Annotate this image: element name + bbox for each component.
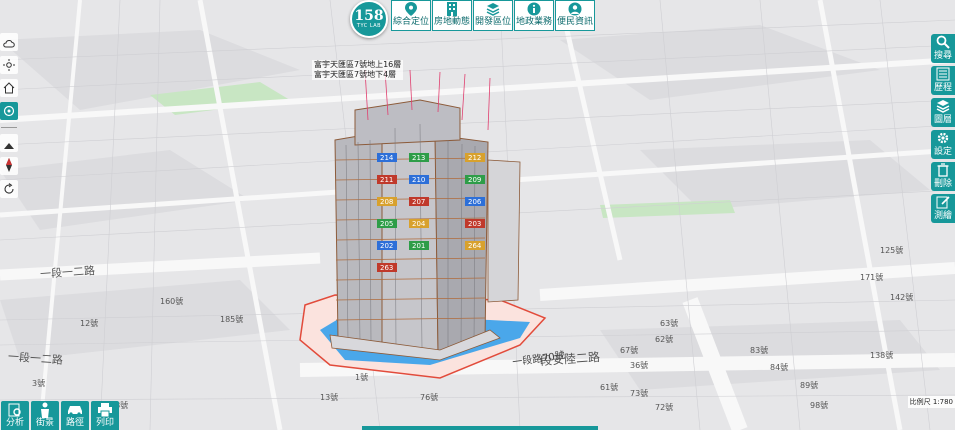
unit-label: 202	[380, 242, 393, 250]
history-icon	[936, 66, 950, 82]
gear-icon	[936, 130, 950, 146]
unit-label: 205	[380, 220, 393, 228]
right-toolbar: 搜尋 歷程 圖層 設定 刪除 測繪	[931, 34, 955, 226]
person-icon	[39, 401, 51, 418]
building-title: 富宇天匯區7號地上16層 富宇天匯區7號地下4層	[312, 60, 404, 80]
route-button[interactable]: 路徑	[61, 401, 89, 430]
lot-label: 138號	[870, 351, 894, 360]
lot-label: 84號	[770, 363, 789, 372]
lot-label: 160號	[160, 297, 184, 306]
compass-button[interactable]	[0, 157, 18, 175]
compass-icon	[5, 157, 13, 176]
cloud-icon	[3, 33, 15, 52]
lot-label: 171號	[860, 273, 884, 282]
unit-label: 206	[468, 198, 482, 206]
lot-label: 125號	[880, 246, 904, 255]
settings-button[interactable]: 設定	[931, 130, 955, 159]
toolbar-button-land-admin[interactable]: 地政業務	[514, 0, 554, 31]
unit-label: 213	[412, 154, 425, 162]
lot-label: 13號	[320, 393, 339, 402]
lot-label: 3號	[32, 379, 46, 388]
unit-label: 209	[468, 176, 481, 184]
sun-icon	[3, 56, 15, 75]
layers-icon	[486, 1, 500, 17]
user-icon	[568, 1, 582, 17]
street-view-button[interactable]: 街景	[31, 401, 59, 430]
lot-label: 12號	[80, 319, 99, 328]
unit-label: 210	[412, 176, 425, 184]
bottom-toolbar: 分析 街景 路徑 列印	[1, 401, 121, 430]
toolbar-button-location[interactable]: 綜合定位	[391, 0, 431, 31]
lot-label: 76號	[420, 393, 439, 402]
pencil-icon	[936, 194, 950, 210]
lot-label: 142號	[890, 293, 914, 302]
lot-label: 89號	[800, 381, 819, 390]
tilt-icon	[4, 134, 14, 153]
building-icon	[446, 1, 458, 17]
map-canvas[interactable]: 214 213 212 211 210 209 208 207 206 205 204 203 202 2…	[0, 0, 955, 430]
printer-icon	[97, 401, 113, 418]
trash-icon	[937, 162, 949, 178]
unit-label: 208	[380, 198, 393, 206]
scale-indicator: 比例尺 1:780	[907, 396, 955, 408]
unit-label: 214	[380, 154, 394, 162]
orbit-button[interactable]	[0, 102, 18, 120]
measure-button[interactable]: 測繪	[931, 194, 955, 223]
unit-label: 204	[412, 220, 426, 228]
unit-label: 207	[412, 198, 425, 206]
info-icon	[527, 1, 541, 17]
unit-label: 263	[380, 264, 393, 272]
home-icon	[3, 79, 15, 98]
lighting-button[interactable]	[0, 56, 18, 74]
layers-button[interactable]: 圖層	[931, 98, 955, 127]
lot-label: 73號	[630, 389, 649, 398]
separator	[1, 127, 17, 128]
unit-label: 203	[468, 220, 481, 228]
history-button[interactable]: 歷程	[931, 66, 955, 95]
lot-label: 185號	[220, 315, 244, 324]
unit-label: 201	[412, 242, 425, 250]
home-button[interactable]	[0, 79, 18, 97]
unit-label: 211	[380, 176, 393, 184]
lot-label: 67號	[620, 346, 639, 355]
layers-icon	[936, 98, 950, 114]
lot-label: 61號	[600, 383, 619, 392]
car-icon	[67, 401, 83, 418]
status-strip	[362, 426, 598, 430]
search-button[interactable]: 搜尋	[931, 34, 955, 63]
lot-label: 62號	[655, 335, 674, 344]
analysis-button[interactable]: 分析	[1, 401, 29, 430]
weather-button[interactable]	[0, 33, 18, 51]
lot-label: 36號	[630, 361, 649, 370]
refresh-icon	[3, 180, 15, 199]
brand-logo[interactable]: 158 TYC LAB	[350, 0, 388, 38]
analysis-icon	[8, 401, 22, 418]
search-icon	[936, 34, 950, 50]
lot-label: 1號	[355, 373, 369, 382]
orbit-icon	[3, 102, 15, 121]
map-pin-icon	[405, 1, 417, 17]
lot-label: 72號	[655, 403, 674, 412]
top-toolbar: 158 TYC LAB 綜合定位 房地動態 開發區位 地政業務 便民資訊	[350, 0, 595, 38]
map-controls	[0, 33, 18, 203]
toolbar-button-property[interactable]: 房地動態	[432, 0, 472, 31]
delete-button[interactable]: 刪除	[931, 162, 955, 191]
lot-label: 83號	[750, 346, 769, 355]
print-button[interactable]: 列印	[91, 401, 119, 430]
toolbar-button-development[interactable]: 開發區位	[473, 0, 513, 31]
reset-view-button[interactable]	[0, 180, 18, 198]
lot-label: 98號	[810, 401, 829, 410]
unit-label: 212	[468, 154, 481, 162]
tilt-button[interactable]	[0, 134, 18, 152]
toolbar-button-public-info[interactable]: 便民資訊	[555, 0, 595, 31]
lot-label: 63號	[660, 319, 679, 328]
unit-label: 264	[468, 242, 482, 250]
